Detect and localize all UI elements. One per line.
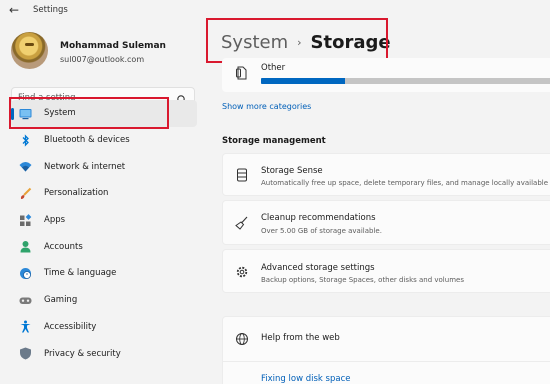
apps-icon <box>19 213 32 227</box>
breadcrumb-separator-icon: › <box>297 36 302 49</box>
sidebar-item-accessibility[interactable]: Accessibility <box>11 314 197 341</box>
document-icon <box>235 65 248 80</box>
sidebar-item-label: Bluetooth & devices <box>44 135 130 146</box>
page-title: Storage <box>310 32 391 53</box>
sidebar-item-label: Gaming <box>44 295 78 306</box>
sidebar-item-network[interactable]: Network & internet <box>11 153 197 180</box>
sidebar-item-gaming[interactable]: Gaming <box>11 287 197 314</box>
card-description: Backup options, Storage Spaces, other di… <box>261 276 464 284</box>
nav-list: System Bluetooth & devices Network & int… <box>11 100 197 367</box>
globe-icon <box>235 332 249 346</box>
accounts-icon <box>19 240 32 253</box>
advanced-storage-settings-card[interactable]: Advanced storage settings Backup options… <box>222 249 550 293</box>
fixing-low-disk-space-link[interactable]: Fixing low disk space <box>261 374 350 384</box>
sidebar-item-label: System <box>44 108 76 119</box>
sidebar-item-system[interactable]: System <box>11 100 197 127</box>
card-title: Cleanup recommendations <box>261 213 376 223</box>
sidebar-item-label: Privacy & security <box>44 348 121 359</box>
card-title: Advanced storage settings <box>261 263 375 273</box>
main-content: System › Storage Other Show more categor… <box>206 0 550 384</box>
system-icon <box>19 107 32 120</box>
storage-category-other[interactable]: Other <box>222 58 550 92</box>
paintbrush-icon <box>19 187 32 200</box>
app-title: Settings <box>33 5 68 15</box>
gear-icon <box>235 265 249 279</box>
user-email: sul007@outlook.com <box>60 55 145 64</box>
clock-globe-icon <box>19 267 32 280</box>
avatar[interactable] <box>11 32 48 69</box>
breadcrumb-system-link[interactable]: System <box>221 32 288 53</box>
section-title: Storage management <box>222 136 326 146</box>
back-arrow-icon[interactable]: ← <box>9 3 19 17</box>
sidebar-item-label: Time & language <box>44 268 117 279</box>
bluetooth-icon <box>19 133 32 147</box>
gamepad-icon <box>19 294 32 307</box>
storage-usage-fill <box>261 78 345 84</box>
sidebar-item-label: Network & internet <box>44 161 126 172</box>
storage-sense-card[interactable]: Storage Sense Automatically free up spac… <box>222 153 550 196</box>
card-title: Storage Sense <box>261 166 323 176</box>
sidebar-item-label: Personalization <box>44 188 109 199</box>
sidebar-item-personalization[interactable]: Personalization <box>11 180 197 207</box>
sidebar-item-label: Apps <box>44 215 66 226</box>
card-description: Automatically free up space, delete temp… <box>261 179 549 187</box>
shield-icon <box>19 347 32 360</box>
sidebar-item-time-language[interactable]: Time & language <box>11 260 197 287</box>
accessibility-icon <box>19 320 32 333</box>
card-title: Help from the web <box>261 333 340 343</box>
broom-icon <box>235 216 249 230</box>
sidebar-item-apps[interactable]: Apps <box>11 207 197 234</box>
sidebar-item-accounts[interactable]: Accounts <box>11 233 197 260</box>
card-description: Over 5.00 GB of storage available. <box>261 227 382 235</box>
user-name: Mohammad Suleman <box>60 41 166 51</box>
show-more-categories-link[interactable]: Show more categories <box>222 102 311 111</box>
breadcrumb: System › Storage <box>221 32 391 53</box>
cleanup-recommendations-card[interactable]: Cleanup recommendations Over 5.00 GB of … <box>222 200 550 245</box>
storage-usage-bar <box>261 78 550 84</box>
storage-drive-icon <box>235 168 249 182</box>
sidebar-item-bluetooth[interactable]: Bluetooth & devices <box>11 127 197 154</box>
sidebar-item-label: Accounts <box>44 241 83 252</box>
category-label: Other <box>261 63 286 73</box>
sidebar-item-label: Accessibility <box>44 321 97 332</box>
wifi-icon <box>19 160 32 173</box>
sidebar-item-privacy[interactable]: Privacy & security <box>11 340 197 367</box>
divider <box>223 361 550 362</box>
